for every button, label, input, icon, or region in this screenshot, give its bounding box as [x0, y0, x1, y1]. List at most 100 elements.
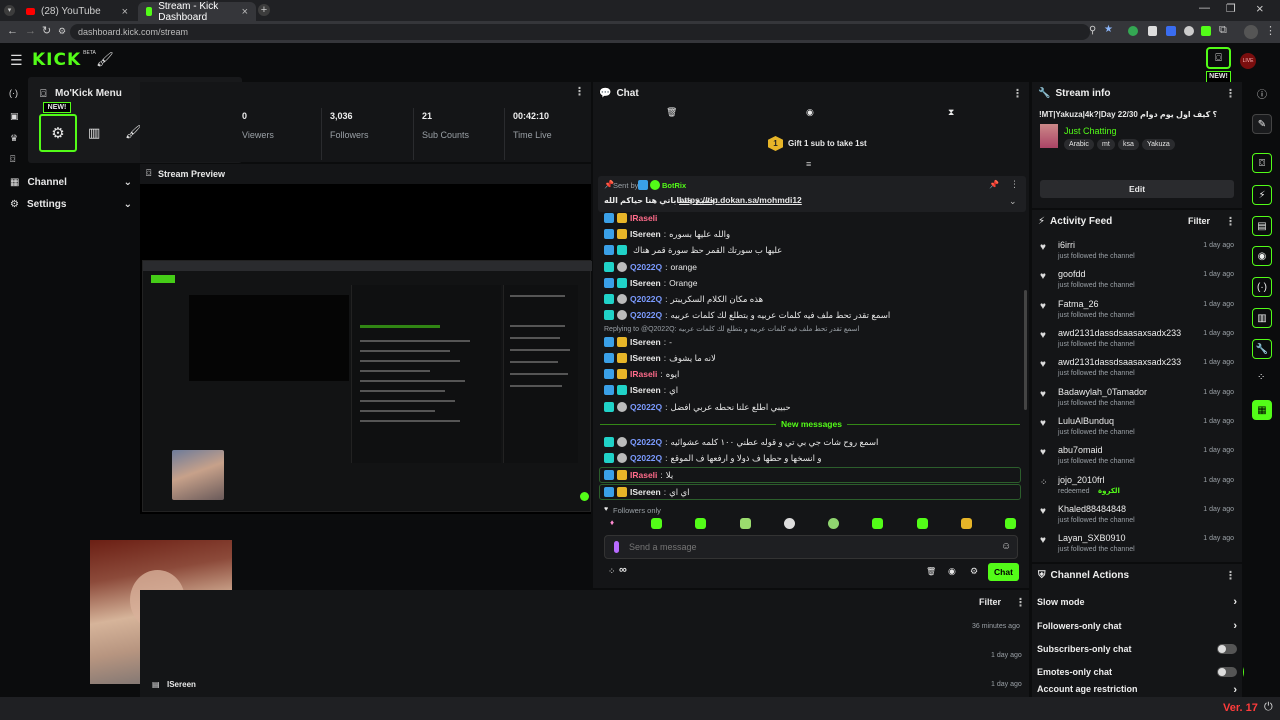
broadcast-icon[interactable]: (·): [1252, 277, 1272, 297]
category-thumbnail[interactable]: [1040, 124, 1058, 148]
chat-username[interactable]: Q2022Q: [630, 453, 662, 463]
stream-tag[interactable]: Yakuza: [1142, 139, 1175, 150]
chat-message[interactable]: Q2022Q: هذه مكان الكلام السكريبتر: [604, 291, 763, 307]
wrench-icon[interactable]: 🔧: [1252, 339, 1272, 359]
activity-user[interactable]: awd2131dassdsaasaxsadx233: [1058, 357, 1181, 367]
tab-youtube[interactable]: (28) YouTube ×: [18, 2, 136, 21]
widget-icon[interactable]: ⌼: [10, 154, 15, 165]
bookmark-star-icon[interactable]: ★: [1104, 24, 1113, 35]
layers-icon[interactable]: ▥: [1252, 308, 1272, 328]
back-icon[interactable]: ←: [7, 25, 18, 37]
close-icon[interactable]: ×: [242, 6, 248, 18]
gift-sub-prompt[interactable]: Gift 1 sub to take 1st: [788, 139, 867, 148]
chat-message[interactable]: IRaseli: [604, 210, 660, 226]
chevron-down-icon[interactable]: ⌄: [1009, 196, 1017, 207]
chat-message[interactable]: ISereen: -: [604, 334, 672, 350]
chat-bubble-icon[interactable]: ◉: [806, 107, 814, 118]
pinned-link[interactable]: https://tip.dokan.sa/mohmdi12: [679, 195, 802, 205]
chat-username[interactable]: Q2022Q: [630, 294, 662, 304]
infinity-icon[interactable]: ∞: [619, 564, 627, 576]
rocket-icon[interactable]: 🖌: [96, 51, 114, 68]
zoom-icon[interactable]: ⚲: [1089, 25, 1096, 36]
stream-tag[interactable]: ksa: [1118, 139, 1139, 150]
stream-tag[interactable]: mt: [1097, 139, 1115, 150]
extension-icon[interactable]: [1184, 26, 1194, 36]
extension-dots-icon[interactable]: ⁘: [1257, 372, 1265, 383]
more-options-icon[interactable]: ⋮: [1225, 87, 1236, 100]
emote-icon[interactable]: [695, 518, 706, 529]
notes-icon[interactable]: ▤: [1252, 216, 1272, 236]
emotes-only-toggle[interactable]: [1217, 667, 1237, 677]
activity-user[interactable]: Badawylah_0Tamador: [1058, 387, 1147, 397]
send-chat-button[interactable]: Chat: [988, 563, 1019, 581]
tab-kick-dashboard[interactable]: Stream - Kick Dashboard ×: [138, 1, 256, 23]
browser-menu-icon[interactable]: ⋮: [1265, 24, 1276, 37]
kick-logo[interactable]: KICK BETA: [32, 50, 96, 70]
chat-message[interactable]: Q2022Q: حبيبي اطلع علنا نحطه عربي افضل: [604, 399, 791, 415]
emote-icon[interactable]: [917, 518, 928, 529]
action-followers-only[interactable]: Followers-only chat ›: [1037, 615, 1237, 637]
chat-message[interactable]: Q2022Q: اسمع روح شات جي بي تي و قوله عطن…: [604, 434, 878, 450]
activity-user[interactable]: awd2131dassdsaasaxsadx233: [1058, 328, 1181, 338]
gear-icon[interactable]: ⚙: [970, 566, 978, 577]
extension-icon[interactable]: [1148, 26, 1157, 36]
category-link[interactable]: Just Chatting: [1064, 126, 1117, 136]
activity-user[interactable]: Fatma_26: [1058, 299, 1099, 309]
chat-username[interactable]: IRaseli: [630, 213, 657, 223]
more-options-icon[interactable]: ⋮: [1225, 569, 1236, 582]
power-icon[interactable]: ⏻: [1264, 701, 1273, 714]
chat-message[interactable]: Q2022Q: اسمع تقدر تحط ملف فيه كلمات عربي…: [604, 307, 890, 323]
edit-pencil-icon[interactable]: ✎: [1252, 114, 1272, 134]
extensions-puzzle-icon[interactable]: ⧉: [1219, 24, 1227, 37]
chat-message[interactable]: ISereen: والله عليها بسوره: [604, 226, 730, 242]
emote-icon[interactable]: [828, 518, 839, 529]
activity-user[interactable]: LuluAlBunduq: [1058, 416, 1114, 426]
emoji-picker-icon[interactable]: ☺: [1001, 541, 1011, 552]
action-account-age[interactable]: Account age restriction ›: [1037, 684, 1237, 696]
chat-username[interactable]: Q2022Q: [630, 262, 662, 272]
url-bar[interactable]: dashboard.kick.com/stream: [70, 24, 1090, 40]
tab-search-icon[interactable]: ▾: [4, 5, 15, 16]
stream-icon[interactable]: (·): [9, 88, 18, 98]
collapse-icon[interactable]: ≡: [806, 159, 811, 169]
chat-message[interactable]: ISereen: اي اي: [604, 484, 690, 500]
user-avatar[interactable]: LIVE: [1240, 53, 1256, 69]
action-slow-mode[interactable]: Slow mode ›: [1037, 591, 1237, 613]
reload-icon[interactable]: ↻: [42, 24, 51, 37]
more-options-icon[interactable]: ⋮: [1010, 179, 1019, 190]
lightning-icon[interactable]: ⚡: [1252, 185, 1272, 205]
chat-username[interactable]: IRaseli: [630, 369, 657, 379]
activity-user[interactable]: i6irri: [1058, 240, 1075, 250]
chat-username[interactable]: ISereen: [630, 353, 661, 363]
mokick-menu-button[interactable]: ⌼: [1206, 47, 1231, 69]
chat-message[interactable]: ISereen: Orange: [604, 275, 697, 291]
chat-username[interactable]: ISereen: [630, 278, 661, 288]
more-options-icon[interactable]: ⋮: [1012, 87, 1023, 100]
activity-user[interactable]: abu7omaid: [1058, 445, 1103, 455]
emote-icon[interactable]: [1005, 518, 1016, 529]
extension-icon[interactable]: [1128, 26, 1138, 36]
more-options-icon[interactable]: ⋮: [1225, 215, 1236, 228]
chat-message[interactable]: عليها ب سورتك القمر حظ سورة قمر هناك: [604, 242, 782, 258]
mic-icon[interactable]: [614, 541, 619, 553]
hamburger-menu-icon[interactable]: ☰: [10, 52, 23, 69]
menu-settings-button[interactable]: ⚙: [39, 114, 77, 152]
emote-icon[interactable]: [872, 518, 883, 529]
chat-message-input[interactable]: [629, 539, 989, 555]
window-close-icon[interactable]: ×: [1256, 1, 1264, 16]
close-icon[interactable]: ×: [122, 6, 128, 18]
chat-message[interactable]: Q2022Q: orange: [604, 259, 697, 275]
activity-user[interactable]: Layan_SXB0910: [1058, 533, 1126, 543]
subscribers-only-toggle[interactable]: [1217, 644, 1237, 654]
hourglass-icon[interactable]: ⧗: [948, 107, 954, 118]
unpin-icon[interactable]: 📌: [989, 180, 999, 189]
trash-icon[interactable]: 🗑: [926, 567, 936, 576]
site-info-icon[interactable]: ⚙: [58, 26, 66, 37]
maximize-icon[interactable]: ❐: [1226, 2, 1236, 15]
chat-username[interactable]: ISereen: [630, 487, 661, 497]
emote-icon[interactable]: [784, 518, 795, 529]
filter-button[interactable]: Filter: [979, 597, 1001, 607]
emote-icon[interactable]: [740, 518, 751, 529]
chat-message[interactable]: ISereen: لانه ما يشوف: [604, 350, 716, 366]
chat-message[interactable]: Q2022Q: و انسخها و حطها ف ذولا و ارفعها …: [604, 450, 821, 466]
